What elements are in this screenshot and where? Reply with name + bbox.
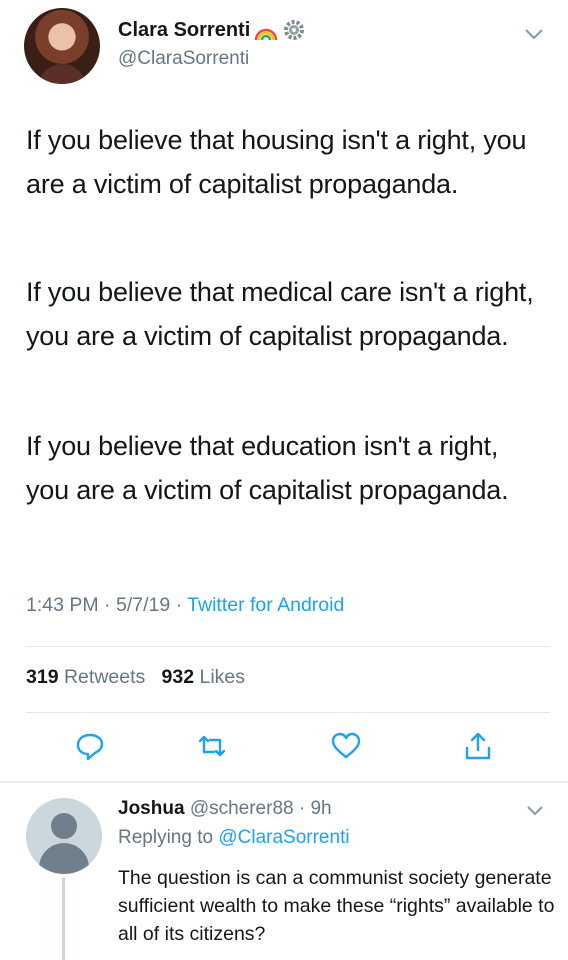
reply-avatar[interactable] (26, 798, 102, 874)
retweets-stat[interactable]: 319 Retweets (26, 666, 145, 688)
author-handle[interactable]: @ClaraSorrenti (118, 48, 249, 70)
retweets-label: Retweets (63, 666, 146, 688)
action-bar (0, 730, 568, 766)
tweet-paragraph: If you believe that medical care isn't a… (26, 277, 534, 351)
reply-author-name[interactable]: Joshua (118, 798, 185, 819)
meta-separator: · (104, 594, 116, 616)
rainbow-icon (253, 18, 279, 42)
replying-to: Replying to @ClaraSorrenti (118, 827, 350, 849)
share-icon[interactable] (462, 730, 494, 762)
tweet-source-link[interactable]: Twitter for Android (187, 594, 344, 616)
divider (26, 712, 550, 713)
author-avatar[interactable] (24, 8, 100, 84)
meta-separator: · (293, 798, 311, 819)
likes-stat[interactable]: 932 Likes (162, 666, 246, 688)
divider (26, 646, 550, 647)
retweet-icon[interactable] (196, 730, 228, 762)
reply-time[interactable]: 9h (310, 798, 331, 819)
reply-icon[interactable] (74, 730, 106, 762)
tweet-time[interactable]: 1:43 PM (26, 594, 99, 616)
author-name-row[interactable]: Clara Sorrenti (118, 18, 308, 42)
divider (0, 781, 568, 783)
gear-icon (282, 18, 308, 42)
thread-connector (62, 878, 65, 960)
tweet-meta: 1:43 PM · 5/7/19 · Twitter for Android (26, 594, 344, 617)
engagement-stats: 319 Retweets 932 Likes (26, 666, 245, 689)
retweets-count: 319 (26, 666, 59, 688)
meta-separator: · (175, 594, 188, 616)
chevron-down-icon[interactable] (522, 24, 546, 44)
replying-to-mention[interactable]: @ClaraSorrenti (218, 827, 349, 848)
author-name[interactable]: Clara Sorrenti (118, 19, 250, 42)
reply-header: Joshua @scherer88 · 9h (118, 798, 332, 820)
tweet-date[interactable]: 5/7/19 (116, 594, 170, 616)
tweet-paragraph: If you believe that education isn't a ri… (26, 431, 509, 505)
like-icon[interactable] (330, 730, 362, 762)
reply-author-handle[interactable]: @scherer88 (190, 798, 294, 819)
likes-count: 932 (161, 666, 195, 688)
replying-to-prefix: Replying to (118, 827, 214, 848)
chevron-down-icon[interactable] (524, 802, 546, 820)
likes-label: Likes (199, 666, 246, 688)
tweet-paragraph: If you believe that housing isn't a righ… (26, 125, 527, 199)
reply-text: The question is can a communist society … (118, 867, 555, 945)
